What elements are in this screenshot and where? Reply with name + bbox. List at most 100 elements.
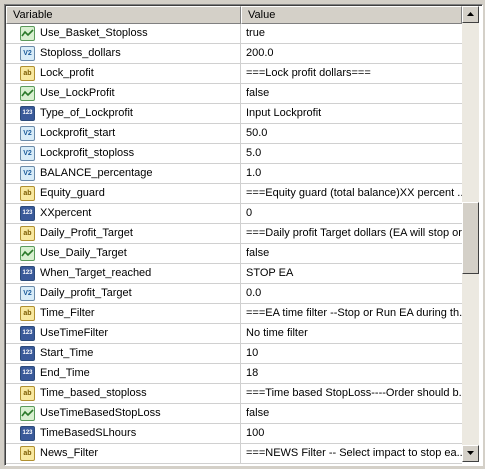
parameter-row[interactable]: 123 When_Target_reached STOP EA <box>6 264 462 284</box>
value-cell[interactable]: STOP EA <box>241 264 462 284</box>
parameter-row[interactable]: Use_Basket_Stoploss true <box>6 24 462 44</box>
variable-cell: ab Time_based_stoploss <box>6 384 241 404</box>
value-cell[interactable]: 0.0 <box>241 284 462 304</box>
variable-name: UseTimeBasedStopLoss <box>40 407 161 419</box>
grid-header: Variable Value <box>6 6 462 24</box>
variable-name: Use_Daily_Target <box>40 247 127 259</box>
value-cell[interactable]: false <box>241 244 462 264</box>
parameter-row[interactable]: Use_LockProfit false <box>6 84 462 104</box>
double-icon: V2 <box>20 46 35 61</box>
variable-cell: ab Equity_guard <box>6 184 241 204</box>
variable-name: Start_Time <box>40 347 94 359</box>
value-cell[interactable]: No time filter <box>241 324 462 344</box>
variable-name: UseTimeFilter <box>40 327 109 339</box>
variable-name: End_Time <box>40 367 90 379</box>
variable-cell: ab Time_Filter <box>6 304 241 324</box>
vertical-scrollbar[interactable] <box>462 6 479 462</box>
string-icon: ab <box>20 306 35 321</box>
int-icon: 123 <box>20 326 35 341</box>
parameter-row[interactable]: 123 Start_Time 10 <box>6 344 462 364</box>
variable-name: XXpercent <box>40 207 92 219</box>
variable-name: Time_based_stoploss <box>40 387 147 399</box>
parameter-row[interactable]: 123 Type_of_Lockprofit Input Lockprofit <box>6 104 462 124</box>
variable-name: TimeBasedSLhours <box>40 427 137 439</box>
scroll-thumb[interactable] <box>462 202 479 274</box>
variable-cell: V2 Lockprofit_start <box>6 124 241 144</box>
value-cell[interactable]: 5.0 <box>241 144 462 164</box>
variable-name: Lockprofit_start <box>40 127 116 139</box>
value-cell[interactable]: 10 <box>241 344 462 364</box>
value-cell[interactable]: 18 <box>241 364 462 384</box>
parameter-rows: Use_Basket_Stoploss true V2 Stoploss_dollar… <box>6 24 462 464</box>
parameter-row[interactable]: 123 TimeBasedSLhours 100 <box>6 424 462 444</box>
parameter-row[interactable]: ab Lock_profit ===Lock profit dollars=== <box>6 64 462 84</box>
value-cell[interactable]: true <box>241 24 462 44</box>
variable-cell: 123 Type_of_Lockprofit <box>6 104 241 124</box>
column-header-value[interactable]: Value <box>241 6 462 24</box>
variable-cell: 123 When_Target_reached <box>6 264 241 284</box>
int-icon: 123 <box>20 266 35 281</box>
variable-cell: Use_Daily_Target <box>6 244 241 264</box>
column-header-variable[interactable]: Variable <box>6 6 241 24</box>
bool-icon <box>20 406 35 421</box>
int-icon: 123 <box>20 346 35 361</box>
parameter-row[interactable]: Use_Daily_Target false <box>6 244 462 264</box>
variable-name: Use_LockProfit <box>40 87 115 99</box>
value-cell[interactable]: 100 <box>241 424 462 444</box>
string-icon: ab <box>20 186 35 201</box>
variable-cell: V2 Daily_profit_Target <box>6 284 241 304</box>
string-icon: ab <box>20 386 35 401</box>
variable-cell: Use_LockProfit <box>6 84 241 104</box>
parameter-row[interactable]: ab Time_Filter ===EA time filter --Stop or… <box>6 304 462 324</box>
variable-cell: 123 Start_Time <box>6 344 241 364</box>
variable-name: Lockprofit_stoploss <box>40 147 135 159</box>
parameter-row[interactable]: ab Time_based_stoploss ===Time based StopL… <box>6 384 462 404</box>
variable-cell: V2 BALANCE_percentage <box>6 164 241 184</box>
variable-name: BALANCE_percentage <box>40 167 153 179</box>
variable-name: When_Target_reached <box>40 267 152 279</box>
double-icon: V2 <box>20 166 35 181</box>
value-cell[interactable]: ===EA time filter --Stop or Run EA durin… <box>241 304 462 324</box>
value-cell[interactable]: ===Lock profit dollars=== <box>241 64 462 84</box>
parameter-row[interactable]: V2 Daily_profit_Target 0.0 <box>6 284 462 304</box>
variable-name: Type_of_Lockprofit <box>40 107 133 119</box>
double-icon: V2 <box>20 126 35 141</box>
scroll-down-button[interactable] <box>462 445 479 462</box>
int-icon: 123 <box>20 366 35 381</box>
parameter-row[interactable]: V2 Lockprofit_start 50.0 <box>6 124 462 144</box>
parameter-row[interactable]: 123 End_Time 18 <box>6 364 462 384</box>
parameter-row[interactable]: UseTimeBasedStopLoss false <box>6 404 462 424</box>
variable-cell: V2 Lockprofit_stoploss <box>6 144 241 164</box>
value-cell[interactable]: 50.0 <box>241 124 462 144</box>
value-cell[interactable]: ===NEWS Filter -- Select impact to stop … <box>241 444 462 464</box>
int-icon: 123 <box>20 426 35 441</box>
value-cell[interactable]: ===Time based StopLoss----Order should b… <box>241 384 462 404</box>
bool-icon <box>20 246 35 261</box>
variable-cell: 123 UseTimeFilter <box>6 324 241 344</box>
value-cell[interactable]: false <box>241 404 462 424</box>
scroll-up-button[interactable] <box>462 6 479 23</box>
variable-name: News_Filter <box>40 447 99 459</box>
parameter-row[interactable]: ab Daily_Profit_Target ===Daily profit Tar… <box>6 224 462 244</box>
value-cell[interactable]: ===Daily profit Target dollars (EA will … <box>241 224 462 244</box>
value-cell[interactable]: ===Equity guard (total balance)XX percen… <box>241 184 462 204</box>
value-cell[interactable]: 0 <box>241 204 462 224</box>
parameter-row[interactable]: ab Equity_guard ===Equity guard (total bal… <box>6 184 462 204</box>
variable-name: Time_Filter <box>40 307 95 319</box>
value-cell[interactable]: 1.0 <box>241 164 462 184</box>
value-cell[interactable]: false <box>241 84 462 104</box>
parameter-row[interactable]: 123 XXpercent 0 <box>6 204 462 224</box>
inputs-panel: Variable Value Use_Basket_Stoploss true V2… <box>4 4 483 466</box>
bool-icon <box>20 86 35 101</box>
parameter-row[interactable]: V2 Stoploss_dollars 200.0 <box>6 44 462 64</box>
variable-name: Stoploss_dollars <box>40 47 121 59</box>
parameter-row[interactable]: V2 BALANCE_percentage 1.0 <box>6 164 462 184</box>
variable-cell: ab Lock_profit <box>6 64 241 84</box>
parameter-row[interactable]: 123 UseTimeFilter No time filter <box>6 324 462 344</box>
parameter-row[interactable]: V2 Lockprofit_stoploss 5.0 <box>6 144 462 164</box>
value-cell[interactable]: Input Lockprofit <box>241 104 462 124</box>
parameters-grid: Variable Value Use_Basket_Stoploss true V2… <box>6 6 462 464</box>
parameter-row[interactable]: ab News_Filter ===NEWS Filter -- Select im… <box>6 444 462 464</box>
variable-name: Equity_guard <box>40 187 105 199</box>
value-cell[interactable]: 200.0 <box>241 44 462 64</box>
